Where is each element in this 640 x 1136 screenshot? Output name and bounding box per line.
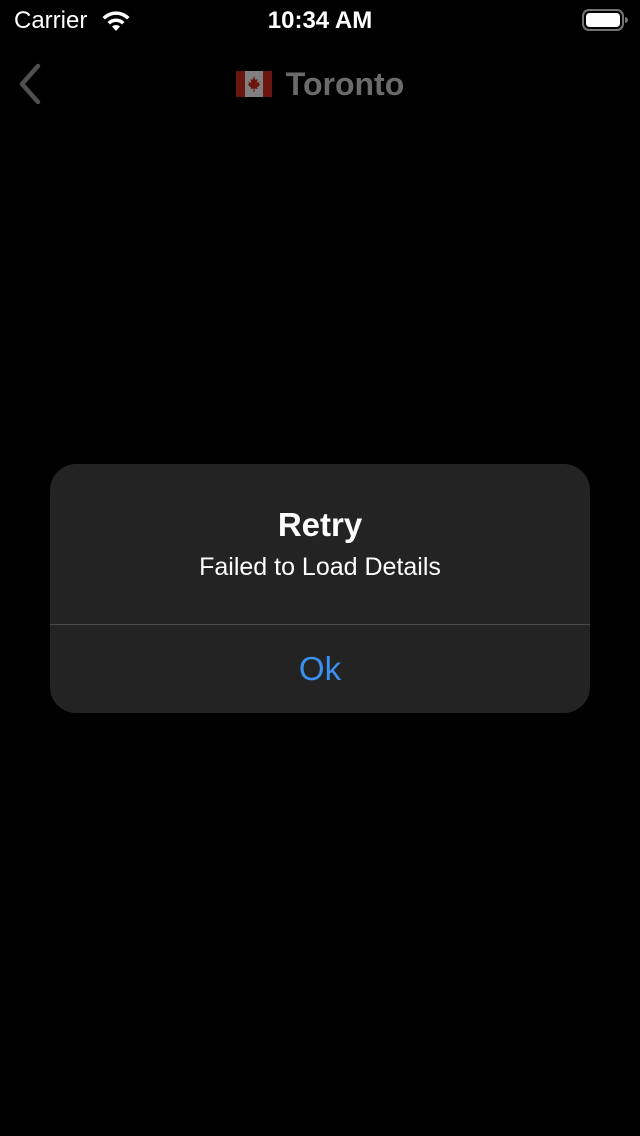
alert-dialog: Retry Failed to Load Details Ok bbox=[50, 464, 590, 713]
status-bar: Carrier 10:34 AM bbox=[0, 0, 640, 40]
navigation-bar: Toronto bbox=[0, 40, 640, 128]
battery-full-icon bbox=[582, 9, 628, 31]
nav-title: Toronto bbox=[0, 64, 640, 104]
ok-button[interactable]: Ok bbox=[50, 625, 590, 713]
alert-title: Retry bbox=[277, 506, 363, 543]
nav-title-text: Toronto bbox=[285, 66, 405, 102]
status-time: 10:34 AM bbox=[267, 7, 373, 34]
canada-flag-icon bbox=[235, 70, 272, 97]
alert-message: Failed to Load Details bbox=[199, 553, 441, 581]
